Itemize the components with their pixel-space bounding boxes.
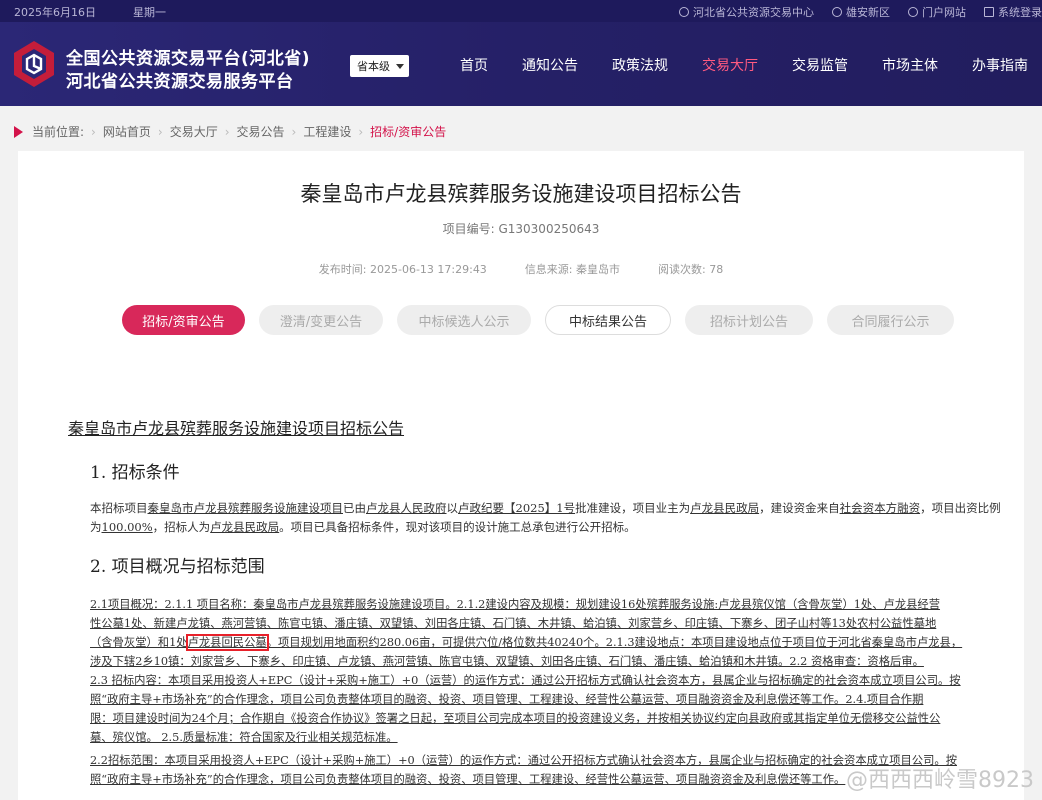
globe-icon — [679, 7, 689, 17]
current-weekday: 星期一 — [133, 6, 166, 19]
overview-line: 2.3 招标内容：本项目采用投资人+EPC（设计+采购+施工）+0（运营）的运作… — [90, 674, 961, 687]
top-strip: 2025年6月16日 星期一 河北省公共资源交易中心 雄安新区 门户网站 系统登… — [0, 0, 1042, 22]
overview-line: 限：项目建设时间为24个月；合作期自《投资合作协议》签署之日起，至项目公司完成本… — [90, 712, 941, 725]
tab-clarification: 澄清/变更公告 — [259, 305, 383, 335]
document-title: 秦皇岛市卢龙县殡葬服务设施建设项目招标公告 — [68, 419, 405, 438]
breadcrumb: 当前位置: › 网站首页 › 交易大厅 › 交易公告 › 工程建设 › 招标/资… — [14, 123, 446, 140]
tab-candidates: 中标候选人公示 — [397, 305, 531, 335]
level-select-value: 省本级 — [357, 60, 390, 73]
notice-tabs: 招标/资审公告 澄清/变更公告 中标候选人公示 中标结果公告 招标计划公告 合同… — [122, 305, 968, 335]
nav-policies[interactable]: 政策法规 — [612, 55, 668, 75]
nav-trading-hall[interactable]: 交易大厅 — [702, 55, 758, 75]
nav-home[interactable]: 首页 — [460, 55, 488, 75]
publish-time: 发布时间: 2025-06-13 17:29:43 — [318, 263, 487, 276]
breadcrumb-separator: › — [358, 124, 364, 139]
breadcrumb-separator: › — [157, 124, 163, 139]
brand-subtitle: 河北省公共资源交易服务平台 — [66, 72, 294, 92]
location-icon — [832, 7, 842, 17]
breadcrumb-separator: › — [291, 124, 297, 139]
level-select[interactable]: 省本级 — [350, 55, 409, 77]
top-links: 河北省公共资源交易中心 雄安新区 门户网站 系统登录 — [679, 4, 1042, 20]
view-count: 阅读次数: 78 — [658, 263, 724, 276]
globe-icon — [908, 7, 918, 17]
nav-market-entities[interactable]: 市场主体 — [882, 55, 938, 75]
overview-line: 性公墓1处、新建卢龙镇、燕河营镇、陈官屯镇、潘庄镇、双望镇、刘田各庄镇、石门镇、… — [90, 617, 937, 630]
site-logo-icon[interactable] — [12, 39, 56, 89]
tab-award-result[interactable]: 中标结果公告 — [545, 305, 671, 335]
tab-contract-performance: 合同履行公示 — [827, 305, 954, 335]
nav-guide[interactable]: 办事指南 — [972, 55, 1028, 75]
current-date: 2025年6月16日 — [14, 6, 96, 19]
project-name-link: 秦皇岛市卢龙县殡葬服务设施建设项目 — [147, 501, 344, 515]
overview-line: 2.1项目概况：2.1.1 项目名称：秦皇岛市卢龙县殡葬服务设施建设项目。2.1… — [90, 598, 941, 611]
top-link-center[interactable]: 河北省公共资源交易中心 — [679, 4, 814, 20]
article-meta: 发布时间: 2025-06-13 17:29:43 信息来源: 秦皇岛市 阅读次… — [18, 261, 1024, 277]
site-header: 全国公共资源交易平台(河北省) 河北省公共资源交易服务平台 省本级 首页 通知公… — [0, 22, 1042, 106]
chevron-down-icon — [396, 63, 404, 69]
brand-title: 全国公共资源交易平台(河北省) — [66, 49, 311, 69]
breadcrumb-home[interactable]: 网站首页 — [103, 123, 151, 140]
section-heading-conditions: 1. 招标条件 — [90, 463, 180, 483]
overview-line: 墓、殡仪馆。 2.5.质量标准：符合国家及行业相关规范标准。 — [90, 731, 398, 744]
main-nav: 首页 通知公告 政策法规 交易大厅 交易监管 市场主体 办事指南 — [426, 55, 1028, 75]
tab-tender-notice[interactable]: 招标/资审公告 — [122, 305, 245, 335]
breadcrumb-notices[interactable]: 交易公告 — [237, 123, 285, 140]
top-link-xiongan[interactable]: 雄安新区 — [832, 4, 890, 20]
breadcrumb-label: 当前位置: — [32, 125, 85, 139]
breadcrumb-separator: › — [224, 124, 230, 139]
highlighted-cemetery-name: 卢龙县回民公墓 — [185, 634, 269, 651]
location-marker-icon — [14, 125, 23, 138]
top-link-portal[interactable]: 门户网站 — [908, 4, 966, 20]
content-panel: 秦皇岛市卢龙县殡葬服务设施建设项目招标公告 项目编号: G13030025064… — [18, 151, 1024, 800]
project-number: 项目编号: G130300250643 — [442, 222, 600, 236]
page-title: 秦皇岛市卢龙县殡葬服务设施建设项目招标公告 — [300, 182, 742, 206]
top-link-login[interactable]: 系统登录 — [984, 4, 1042, 20]
watermark: @西西西岭雪8923 — [846, 768, 1034, 793]
breadcrumb-separator: › — [91, 124, 96, 139]
nav-supervision[interactable]: 交易监管 — [792, 55, 848, 75]
overview-line: （含骨灰堂）和1处卢龙县回民公墓。项目规划用地面积约280.06亩，可提供穴位/… — [90, 634, 963, 651]
overview-line: 涉及下辖2乡10镇：刘家营乡、下寨乡、印庄镇、卢龙镇、燕河营镇、陈官屯镇、双望镇… — [90, 655, 924, 668]
overview-line: 照“政府主导+市场补充”的合作理念，项目公司负责整体项目的融资、投资、项目管理、… — [90, 693, 924, 706]
info-source: 信息来源: 秦皇岛市 — [524, 263, 621, 276]
breadcrumb-construction[interactable]: 工程建设 — [303, 123, 351, 140]
section-conditions-text: 本招标项目秦皇岛市卢龙县殡葬服务设施建设项目已由卢龙县人民政府以卢政纪要【202… — [90, 501, 1001, 534]
section-heading-overview: 2. 项目概况与招标范围 — [90, 557, 265, 577]
breadcrumb-current: 招标/资审公告 — [370, 125, 447, 139]
login-icon — [984, 7, 994, 17]
breadcrumb-trading-hall[interactable]: 交易大厅 — [170, 123, 218, 140]
tab-tender-plan: 招标计划公告 — [685, 305, 813, 335]
nav-notices[interactable]: 通知公告 — [522, 55, 578, 75]
